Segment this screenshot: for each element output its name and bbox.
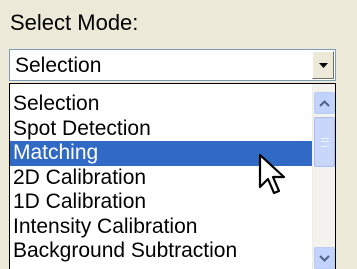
list-item-selection[interactable]: Selection bbox=[10, 92, 312, 117]
scroll-down-icon bbox=[319, 254, 330, 262]
list-item-matching[interactable]: Matching bbox=[10, 141, 312, 166]
select-mode-label: Select Mode: bbox=[10, 10, 139, 35]
mode-combobox[interactable]: Selection bbox=[9, 49, 336, 81]
scroll-down-button[interactable] bbox=[314, 247, 335, 269]
list-item-1d-calibration[interactable]: 1D Calibration bbox=[10, 190, 312, 215]
list-item-spot-detection[interactable]: Spot Detection bbox=[10, 117, 312, 142]
scroll-up-icon bbox=[319, 99, 330, 107]
select-mode-panel: Select Mode: Selection Selection Spot De… bbox=[0, 0, 357, 269]
scroll-thumb[interactable] bbox=[314, 117, 335, 167]
dropdown-items: Selection Spot Detection Matching 2D Cal… bbox=[10, 92, 312, 264]
list-item-intensity-calibration[interactable]: Intensity Calibration bbox=[10, 215, 312, 240]
combobox-dropdown-button[interactable] bbox=[312, 51, 334, 79]
scroll-up-button[interactable] bbox=[314, 92, 335, 114]
combobox-value: Selection bbox=[15, 54, 102, 77]
list-item-2d-calibration[interactable]: 2D Calibration bbox=[10, 166, 312, 191]
vertical-scrollbar[interactable] bbox=[312, 84, 335, 269]
list-item-background-subtraction[interactable]: Background Subtraction bbox=[10, 239, 312, 264]
dropdown-arrow-icon bbox=[318, 62, 328, 68]
mode-dropdown-list[interactable]: Selection Spot Detection Matching 2D Cal… bbox=[9, 83, 336, 269]
scroll-thumb-grip-icon bbox=[320, 137, 329, 147]
